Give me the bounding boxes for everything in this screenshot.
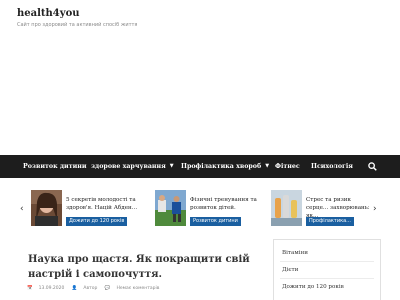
- sidebar-item-vitamins[interactable]: Вітаміни: [282, 250, 308, 256]
- divider: [280, 278, 374, 279]
- main-navigation: Розвиток дитини здорове харчування ▼ Проф…: [0, 155, 400, 178]
- nav-item-label: Розвиток дитини: [23, 163, 87, 170]
- site-title[interactable]: health4you: [17, 8, 80, 19]
- article-date[interactable]: 13.09.2020: [39, 286, 65, 291]
- search-icon[interactable]: [368, 162, 377, 171]
- nav-item-disease-prevention[interactable]: Профілактика хвороб ▼: [181, 155, 269, 178]
- nav-item-label: здорове харчування: [91, 163, 166, 170]
- nav-item-fitness[interactable]: Фітнес: [275, 155, 300, 178]
- sidebar-categories: Вітаміни Дієти Дожити до 120 років: [273, 239, 381, 300]
- nav-item-label: Психологія: [311, 163, 353, 170]
- slide-category-badge[interactable]: Дожити до 120 років: [66, 217, 128, 226]
- nav-item-healthy-eating[interactable]: здорове харчування ▼: [91, 155, 174, 178]
- article-meta: 📅 13.09.2020 👤 Автор 💬 Немає коментарів: [27, 286, 165, 291]
- slide-item[interactable]: 5 секретів молодості та здоров'я. Націй …: [31, 190, 149, 226]
- site-tagline: Сайт про здоровий та активний спосіб жит…: [17, 22, 138, 28]
- slide-thumbnail[interactable]: [155, 190, 186, 226]
- sidebar-item-diets[interactable]: Дієти: [282, 267, 298, 273]
- chevron-left-icon[interactable]: ‹: [20, 204, 24, 214]
- nav-item-psychology[interactable]: Психологія: [311, 155, 353, 178]
- chevron-down-icon: ▼: [265, 163, 270, 169]
- nav-item-label: Профілактика хвороб: [181, 163, 262, 170]
- article-author[interactable]: Автор: [83, 286, 97, 291]
- article-title[interactable]: Наука про щастя. Як покращити свій настр…: [28, 252, 268, 282]
- slide-category-badge[interactable]: Розвиток дитини: [190, 217, 241, 226]
- sidebar-item-live-to-120[interactable]: Дожити до 120 років: [282, 284, 344, 290]
- divider: [280, 261, 374, 262]
- slide-thumbnail[interactable]: [271, 190, 302, 226]
- slide-item[interactable]: Стрес та ризик серце... захворювань: як.…: [271, 190, 371, 226]
- nav-item-label: Фітнес: [275, 163, 300, 170]
- nav-item-child-development[interactable]: Розвиток дитини: [23, 155, 87, 178]
- chevron-right-icon[interactable]: ›: [373, 204, 377, 214]
- slide-item[interactable]: Фізичні тренування та розвиток дітей. Ро…: [155, 190, 265, 226]
- user-icon: 👤: [71, 286, 78, 291]
- chevron-down-icon: ▼: [169, 163, 174, 169]
- slide-title[interactable]: Фізичні тренування та розвиток дітей.: [190, 196, 265, 212]
- slide-thumbnail[interactable]: [31, 190, 62, 226]
- calendar-icon: 📅: [27, 286, 33, 291]
- comment-icon: 💬: [104, 286, 111, 291]
- featured-posts-slider: ‹ 5 секретів молодості та здоров'я. Наці…: [0, 186, 400, 230]
- slide-title[interactable]: 5 секретів молодості та здоров'я. Націй …: [66, 196, 149, 212]
- article-comments[interactable]: Немає коментарів: [116, 286, 159, 291]
- slide-category-badge[interactable]: Профілактика...: [306, 217, 354, 226]
